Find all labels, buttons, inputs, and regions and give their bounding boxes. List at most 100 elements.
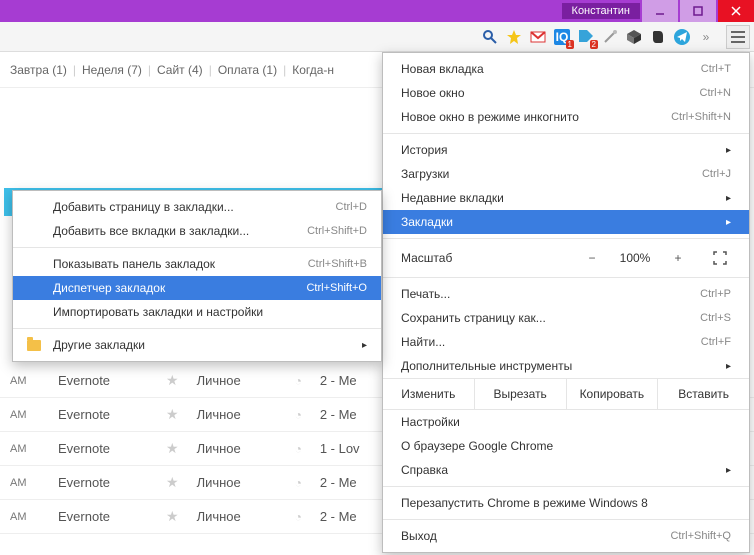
menu-separator bbox=[383, 519, 749, 520]
tag-ext-icon[interactable]: 2 bbox=[576, 27, 596, 47]
submenu-arrow-icon: ▸ bbox=[726, 145, 731, 156]
bookmark-add-page[interactable]: Добавить страницу в закладки...Ctrl+D bbox=[13, 195, 381, 219]
bookmarks-submenu: Добавить страницу в закладки...Ctrl+D До… bbox=[12, 190, 382, 362]
extension-toolbar: IQ1 2 » bbox=[0, 22, 754, 52]
row-due: 2 - Me bbox=[320, 475, 357, 490]
submenu-arrow-icon: ▸ bbox=[362, 340, 367, 351]
row-app: Evernote bbox=[58, 407, 148, 422]
star-icon[interactable]: ★ bbox=[166, 508, 179, 525]
tab-filter[interactable]: Завтра (1) bbox=[10, 63, 67, 77]
folder-icon bbox=[27, 340, 41, 351]
star-ext-icon[interactable] bbox=[504, 27, 524, 47]
menu-more-tools[interactable]: Дополнительные инструменты▸ bbox=[383, 354, 749, 378]
star-icon[interactable]: ★ bbox=[166, 406, 179, 423]
tab-filter[interactable]: Когда-н bbox=[292, 63, 334, 77]
row-category: Личное bbox=[197, 373, 277, 388]
evernote-ext-icon[interactable] bbox=[648, 27, 668, 47]
menu-new-tab[interactable]: Новая вкладкаCtrl+T bbox=[383, 57, 749, 81]
star-icon[interactable]: ★ bbox=[166, 440, 179, 457]
menu-save-page[interactable]: Сохранить страницу как...Ctrl+S bbox=[383, 306, 749, 330]
menu-downloads[interactable]: ЗагрузкиCtrl+J bbox=[383, 162, 749, 186]
menu-edit-row: Изменить Вырезать Копировать Вставить bbox=[383, 378, 749, 410]
zoom-out-button[interactable]: − bbox=[581, 247, 603, 269]
telegram-ext-icon[interactable] bbox=[672, 27, 692, 47]
clock-icon: ◔ bbox=[295, 510, 302, 524]
bookmark-add-all-tabs[interactable]: Добавить все вкладки в закладки...Ctrl+S… bbox=[13, 219, 381, 243]
menu-bookmarks[interactable]: Закладки▸ bbox=[383, 210, 749, 234]
menu-new-window[interactable]: Новое окноCtrl+N bbox=[383, 81, 749, 105]
menu-relaunch-win8[interactable]: Перезапустить Chrome в режиме Windows 8 bbox=[383, 491, 749, 515]
tab-filter[interactable]: Неделя (7) bbox=[82, 63, 142, 77]
gmail-ext-icon[interactable] bbox=[528, 27, 548, 47]
menu-separator bbox=[383, 277, 749, 278]
tab-filter[interactable]: Сайт (4) bbox=[157, 63, 203, 77]
row-time: AM bbox=[10, 375, 40, 387]
row-time: AM bbox=[10, 477, 40, 489]
menu-zoom-row: Масштаб − 100% + bbox=[383, 243, 749, 273]
bookmark-show-bar[interactable]: Показывать панель закладокCtrl+Shift+B bbox=[13, 252, 381, 276]
row-category: Личное bbox=[197, 509, 277, 524]
clock-icon: ◔ bbox=[295, 374, 302, 388]
tab-filter[interactable]: Оплата (1) bbox=[218, 63, 277, 77]
star-icon[interactable]: ★ bbox=[166, 474, 179, 491]
menu-paste[interactable]: Вставить bbox=[658, 379, 749, 409]
row-due: 2 - Me bbox=[320, 509, 357, 524]
menu-print[interactable]: Печать...Ctrl+P bbox=[383, 282, 749, 306]
row-category: Личное bbox=[197, 407, 277, 422]
search-ext-icon[interactable] bbox=[480, 27, 500, 47]
window-titlebar: Константин bbox=[0, 0, 754, 22]
bookmark-import[interactable]: Импортировать закладки и настройки bbox=[13, 300, 381, 324]
menu-history[interactable]: История▸ bbox=[383, 138, 749, 162]
row-due: 2 - Me bbox=[320, 407, 357, 422]
menu-exit[interactable]: ВыходCtrl+Shift+Q bbox=[383, 524, 749, 548]
row-category: Личное bbox=[197, 441, 277, 456]
menu-separator bbox=[13, 247, 381, 248]
menu-find[interactable]: Найти...Ctrl+F bbox=[383, 330, 749, 354]
row-due: 1 - Lov bbox=[320, 441, 360, 456]
row-category: Личное bbox=[197, 475, 277, 490]
submenu-arrow-icon: ▸ bbox=[726, 361, 731, 372]
clock-icon: ◔ bbox=[295, 442, 302, 456]
close-button[interactable] bbox=[718, 0, 754, 22]
wand-ext-icon[interactable] bbox=[600, 27, 620, 47]
hamburger-menu-button[interactable] bbox=[726, 25, 750, 49]
row-due: 2 - Me bbox=[320, 373, 357, 388]
bookmark-other-folder[interactable]: Другие закладки▸ bbox=[13, 333, 381, 357]
maximize-button[interactable] bbox=[680, 0, 716, 22]
row-app: Evernote bbox=[58, 475, 148, 490]
bookmark-manager[interactable]: Диспетчер закладокCtrl+Shift+O bbox=[13, 276, 381, 300]
row-app: Evernote bbox=[58, 441, 148, 456]
minimize-button[interactable] bbox=[642, 0, 678, 22]
zoom-in-button[interactable]: + bbox=[667, 247, 689, 269]
row-time: AM bbox=[10, 409, 40, 421]
menu-about[interactable]: О браузере Google Chrome bbox=[383, 434, 749, 458]
menu-help[interactable]: Справка▸ bbox=[383, 458, 749, 482]
row-time: AM bbox=[10, 443, 40, 455]
menu-settings[interactable]: Настройки bbox=[383, 410, 749, 434]
clock-icon: ◔ bbox=[295, 476, 302, 490]
tag-badge: 2 bbox=[590, 40, 598, 49]
row-time: AM bbox=[10, 511, 40, 523]
cube-ext-icon[interactable] bbox=[624, 27, 644, 47]
menu-incognito[interactable]: Новое окно в режиме инкогнитоCtrl+Shift+… bbox=[383, 105, 749, 129]
zoom-value: 100% bbox=[611, 251, 659, 265]
svg-text:»: » bbox=[703, 30, 710, 44]
clock-icon: ◔ bbox=[295, 408, 302, 422]
menu-separator bbox=[383, 133, 749, 134]
submenu-arrow-icon: ▸ bbox=[726, 193, 731, 204]
menu-recent-tabs[interactable]: Недавние вкладки▸ bbox=[383, 186, 749, 210]
menu-cut[interactable]: Вырезать bbox=[475, 379, 567, 409]
menu-separator bbox=[383, 238, 749, 239]
main-dropdown-menu: Новая вкладкаCtrl+T Новое окноCtrl+N Нов… bbox=[382, 52, 750, 553]
zoom-label: Масштаб bbox=[401, 251, 573, 265]
user-badge[interactable]: Константин bbox=[562, 3, 640, 19]
overflow-ext-icon[interactable]: » bbox=[696, 27, 716, 47]
submenu-arrow-icon: ▸ bbox=[726, 465, 731, 476]
io-ext-icon[interactable]: IQ1 bbox=[552, 27, 572, 47]
row-app: Evernote bbox=[58, 373, 148, 388]
fullscreen-button[interactable] bbox=[709, 247, 731, 269]
row-app: Evernote bbox=[58, 509, 148, 524]
menu-copy[interactable]: Копировать bbox=[567, 379, 659, 409]
menu-separator bbox=[13, 328, 381, 329]
star-icon[interactable]: ★ bbox=[166, 372, 179, 389]
